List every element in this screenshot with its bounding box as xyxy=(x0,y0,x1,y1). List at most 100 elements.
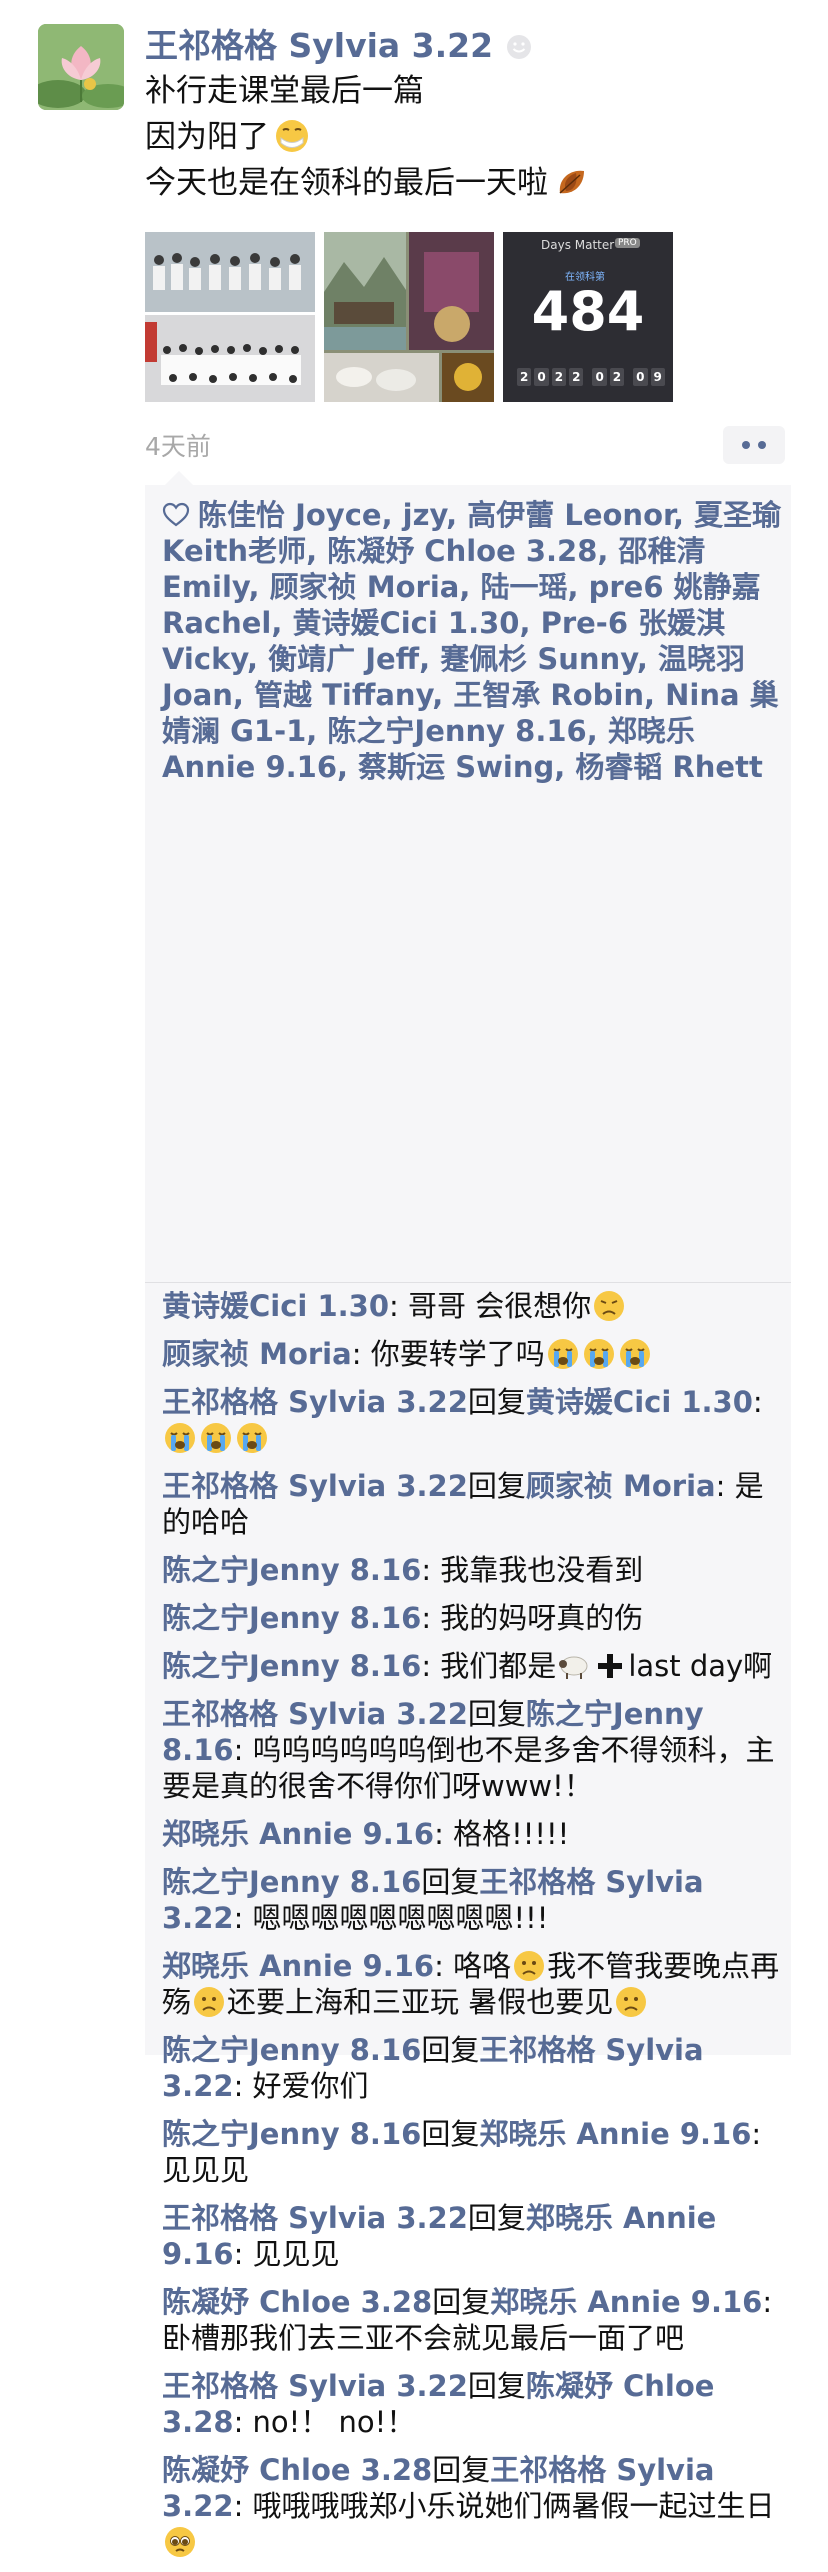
comment-author[interactable]: 陈之宁Jenny 8.16 xyxy=(162,2117,421,2151)
more-dots-icon[interactable] xyxy=(723,426,785,464)
comment-text: : 格格!!!!! xyxy=(434,1817,570,1851)
days-matter-label: Days Matter xyxy=(541,238,615,252)
comment-text: : 哥哥 会很想你 xyxy=(389,1289,592,1323)
comment-list: 黄诗媛Cici 1.30: 哥哥 会很想你 顾家祯 Moria: 你要转学了吗 王祁… xyxy=(162,1288,782,2572)
comment-author[interactable]: 王祁格格 Sylvia 3.22 xyxy=(162,1697,468,1731)
comment-item[interactable]: 陈之宁Jenny 8.16回复王祁格格 Sylvia 3.22: 嗯嗯嗯嗯嗯嗯嗯… xyxy=(162,1864,782,1936)
frown-emoji-icon xyxy=(192,1985,226,2019)
comment-author[interactable]: 陈之宁Jenny 8.16 xyxy=(162,1649,421,1683)
smiley-icon xyxy=(505,33,533,61)
counter-days: 484 xyxy=(531,280,645,343)
post-time: 4天前 xyxy=(145,432,211,461)
divider xyxy=(145,1282,791,1283)
post-line-2: 因为阳了 xyxy=(145,114,795,160)
lotus-flower-icon xyxy=(38,24,124,110)
mask-emoji-icon xyxy=(273,117,311,155)
comment-item[interactable]: 陈之宁Jenny 8.16回复王祁格格 Sylvia 3.22: 好爱你们 xyxy=(162,2032,782,2104)
comment-text: : 呜呜呜呜呜呜倒也不是多舍不得领科，主要是真的很舍不得你们呀www!！ xyxy=(162,1733,775,1803)
sad-emoji-icon xyxy=(592,1289,626,1323)
post-line-2-text: 因为阳了 xyxy=(145,119,269,155)
date-digit: 0 xyxy=(592,368,607,386)
reply-word: 回复 xyxy=(467,1385,526,1419)
comment-author[interactable]: 郑晓乐 Annie 9.16 xyxy=(162,1817,434,1851)
comment-author[interactable]: 陈之宁Jenny 8.16 xyxy=(162,1865,421,1899)
comment-text: : xyxy=(752,1385,763,1419)
reply-word: 回复 xyxy=(467,2369,526,2403)
comment-author[interactable]: 王祁格格 Sylvia 3.22 xyxy=(162,2201,468,2235)
frown-emoji-icon xyxy=(512,1949,546,1983)
comment-author[interactable]: 陈之宁Jenny 8.16 xyxy=(162,2033,421,2067)
comment-author[interactable]: 顾家祯 Moria xyxy=(162,1337,352,1371)
date-digit: 2 xyxy=(551,368,567,386)
comment-item[interactable]: 王祁格格 Sylvia 3.22回复顾家祯 Moria: 是的哈哈 xyxy=(162,1468,782,1540)
comment-item[interactable]: 顾家祯 Moria: 你要转学了吗 xyxy=(162,1336,782,1372)
cry-emoji-icon xyxy=(199,1421,233,1455)
likes-list: 陈佳怡 Joyce, jzy, 高伊蕾 Leonor, 夏圣瑜 Keith老师,… xyxy=(162,497,782,785)
reply-target[interactable]: 郑晓乐 Annie 9.16 xyxy=(479,2117,751,2151)
likes-names[interactable]: 陈佳怡 Joyce, jzy, 高伊蕾 Leonor, 夏圣瑜 Keith老师,… xyxy=(162,498,781,784)
fallen-leaf-emoji-icon xyxy=(552,163,590,201)
comment-item[interactable]: 郑晓乐 Annie 9.16: 咯咯 我不管我要晚点再殇 还要上海和三亚玩 暑假也要… xyxy=(162,1948,782,2020)
plus-emoji-icon xyxy=(593,1649,627,1683)
comment-item[interactable]: 陈凝妤 Chloe 3.28回复郑晓乐 Annie 9.16: 卧槽那我们去三亚… xyxy=(162,2284,782,2356)
comment-item[interactable]: 王祁格格 Sylvia 3.22回复郑晓乐 Annie 9.16: 见见见 xyxy=(162,2200,782,2272)
comment-item[interactable]: 陈之宁Jenny 8.16: 我们都是 last day啊 xyxy=(162,1648,782,1684)
comment-author[interactable]: 王祁格格 Sylvia 3.22 xyxy=(162,2369,468,2403)
date-digit: 2 xyxy=(569,368,584,386)
avatar[interactable] xyxy=(38,24,124,110)
reply-target[interactable]: 黄诗媛Cici 1.30 xyxy=(526,1385,753,1419)
days-matter-counter-photo[interactable]: Days Matter PRO 在领科第 484 2 0 2 2 0 2 0 9 xyxy=(503,232,673,402)
comment-item[interactable]: 陈之宁Jenny 8.16回复郑晓乐 Annie 9.16: 见见见 xyxy=(162,2116,782,2188)
reply-word: 回复 xyxy=(467,2201,526,2235)
comment-item[interactable]: 王祁格格 Sylvia 3.22回复陈之宁Jenny 8.16: 呜呜呜呜呜呜倒… xyxy=(162,1696,782,1804)
comment-author[interactable]: 陈之宁Jenny 8.16 xyxy=(162,1553,421,1587)
comment-item[interactable]: 王祁格格 Sylvia 3.22回复黄诗媛Cici 1.30: xyxy=(162,1384,782,1456)
reply-target[interactable]: 顾家祯 Moria xyxy=(526,1469,716,1503)
reply-target[interactable]: 郑晓乐 Annie 9.16 xyxy=(490,2285,762,2319)
comment-text: : 我们都是 xyxy=(421,1649,557,1683)
cry-emoji-icon xyxy=(163,1421,197,1455)
date-digit: 0 xyxy=(534,368,549,386)
comment-item[interactable]: 陈凝妤 Chloe 3.28回复王祁格格 Sylvia 3.22: 哦哦哦哦郑小… xyxy=(162,2452,782,2560)
cry-emoji-icon xyxy=(582,1337,616,1371)
comment-author[interactable]: 黄诗媛Cici 1.30 xyxy=(162,1289,389,1323)
date-digit: 9 xyxy=(650,368,665,386)
comment-author[interactable]: 王祁格格 Sylvia 3.22 xyxy=(162,1385,468,1419)
comment-author[interactable]: 陈之宁Jenny 8.16 xyxy=(162,1601,421,1635)
comment-author[interactable]: 陈凝妤 Chloe 3.28 xyxy=(162,2285,432,2319)
comment-text: : 嗯嗯嗯嗯嗯嗯嗯嗯嗯!!! xyxy=(233,1901,549,1935)
pro-badge: PRO xyxy=(615,238,640,248)
comment-author[interactable]: 郑晓乐 Annie 9.16 xyxy=(162,1949,434,1983)
comment-author[interactable]: 陈凝妤 Chloe 3.28 xyxy=(162,2453,432,2487)
pleading-emoji-icon xyxy=(163,2525,197,2559)
reply-word: 回复 xyxy=(421,2033,480,2067)
frown-emoji-icon xyxy=(614,1985,648,2019)
post-line-3: 今天也是在领科的最后一天啦 xyxy=(145,160,795,206)
comment-text: last day啊 xyxy=(628,1649,773,1683)
comment-item[interactable]: 陈之宁Jenny 8.16: 我靠我也没看到 xyxy=(162,1552,782,1588)
post-line-1: 补行走课堂最后一篇 xyxy=(145,73,424,109)
date-digit: 2 xyxy=(517,368,532,386)
reply-word: 回复 xyxy=(421,2117,480,2151)
reply-word: 回复 xyxy=(467,1469,526,1503)
reply-word: 回复 xyxy=(467,1697,526,1731)
comment-author[interactable]: 王祁格格 Sylvia 3.22 xyxy=(162,1469,468,1503)
cry-emoji-icon xyxy=(618,1337,652,1371)
post-line-3-text: 今天也是在领科的最后一天啦 xyxy=(145,165,548,201)
comment-text: : 我靠我也没看到 xyxy=(421,1553,644,1587)
heart-outline-icon xyxy=(162,500,190,527)
comment-item[interactable]: 陈之宁Jenny 8.16: 我的妈呀真的伤 xyxy=(162,1600,782,1636)
comment-item[interactable]: 郑晓乐 Annie 9.16: 格格!!!!! xyxy=(162,1816,782,1852)
photo-collage-trip[interactable] xyxy=(324,232,494,402)
comment-text: : 好爱你们 xyxy=(233,2069,369,2103)
post-header: 王祁格格 Sylvia 3.22 补行走课堂最后一篇 因为阳了 今天也是在领科的… xyxy=(145,24,795,206)
comment-item[interactable]: 王祁格格 Sylvia 3.22回复陈凝妤 Chloe 3.28: no!！ n… xyxy=(162,2368,782,2440)
comment-text: : no!！ no!！ xyxy=(233,2405,416,2439)
author-name[interactable]: 王祁格格 Sylvia 3.22 xyxy=(145,24,493,68)
photo-group-students[interactable] xyxy=(145,232,315,402)
reply-word: 回复 xyxy=(421,1865,480,1899)
comment-text: : 哦哦哦哦郑小乐说她们俩暑假一起过生日 xyxy=(233,2489,775,2523)
date-digit: 0 xyxy=(633,368,648,386)
comment-item[interactable]: 黄诗媛Cici 1.30: 哥哥 会很想你 xyxy=(162,1288,782,1324)
comment-text: : 咯咯 xyxy=(434,1949,512,1983)
